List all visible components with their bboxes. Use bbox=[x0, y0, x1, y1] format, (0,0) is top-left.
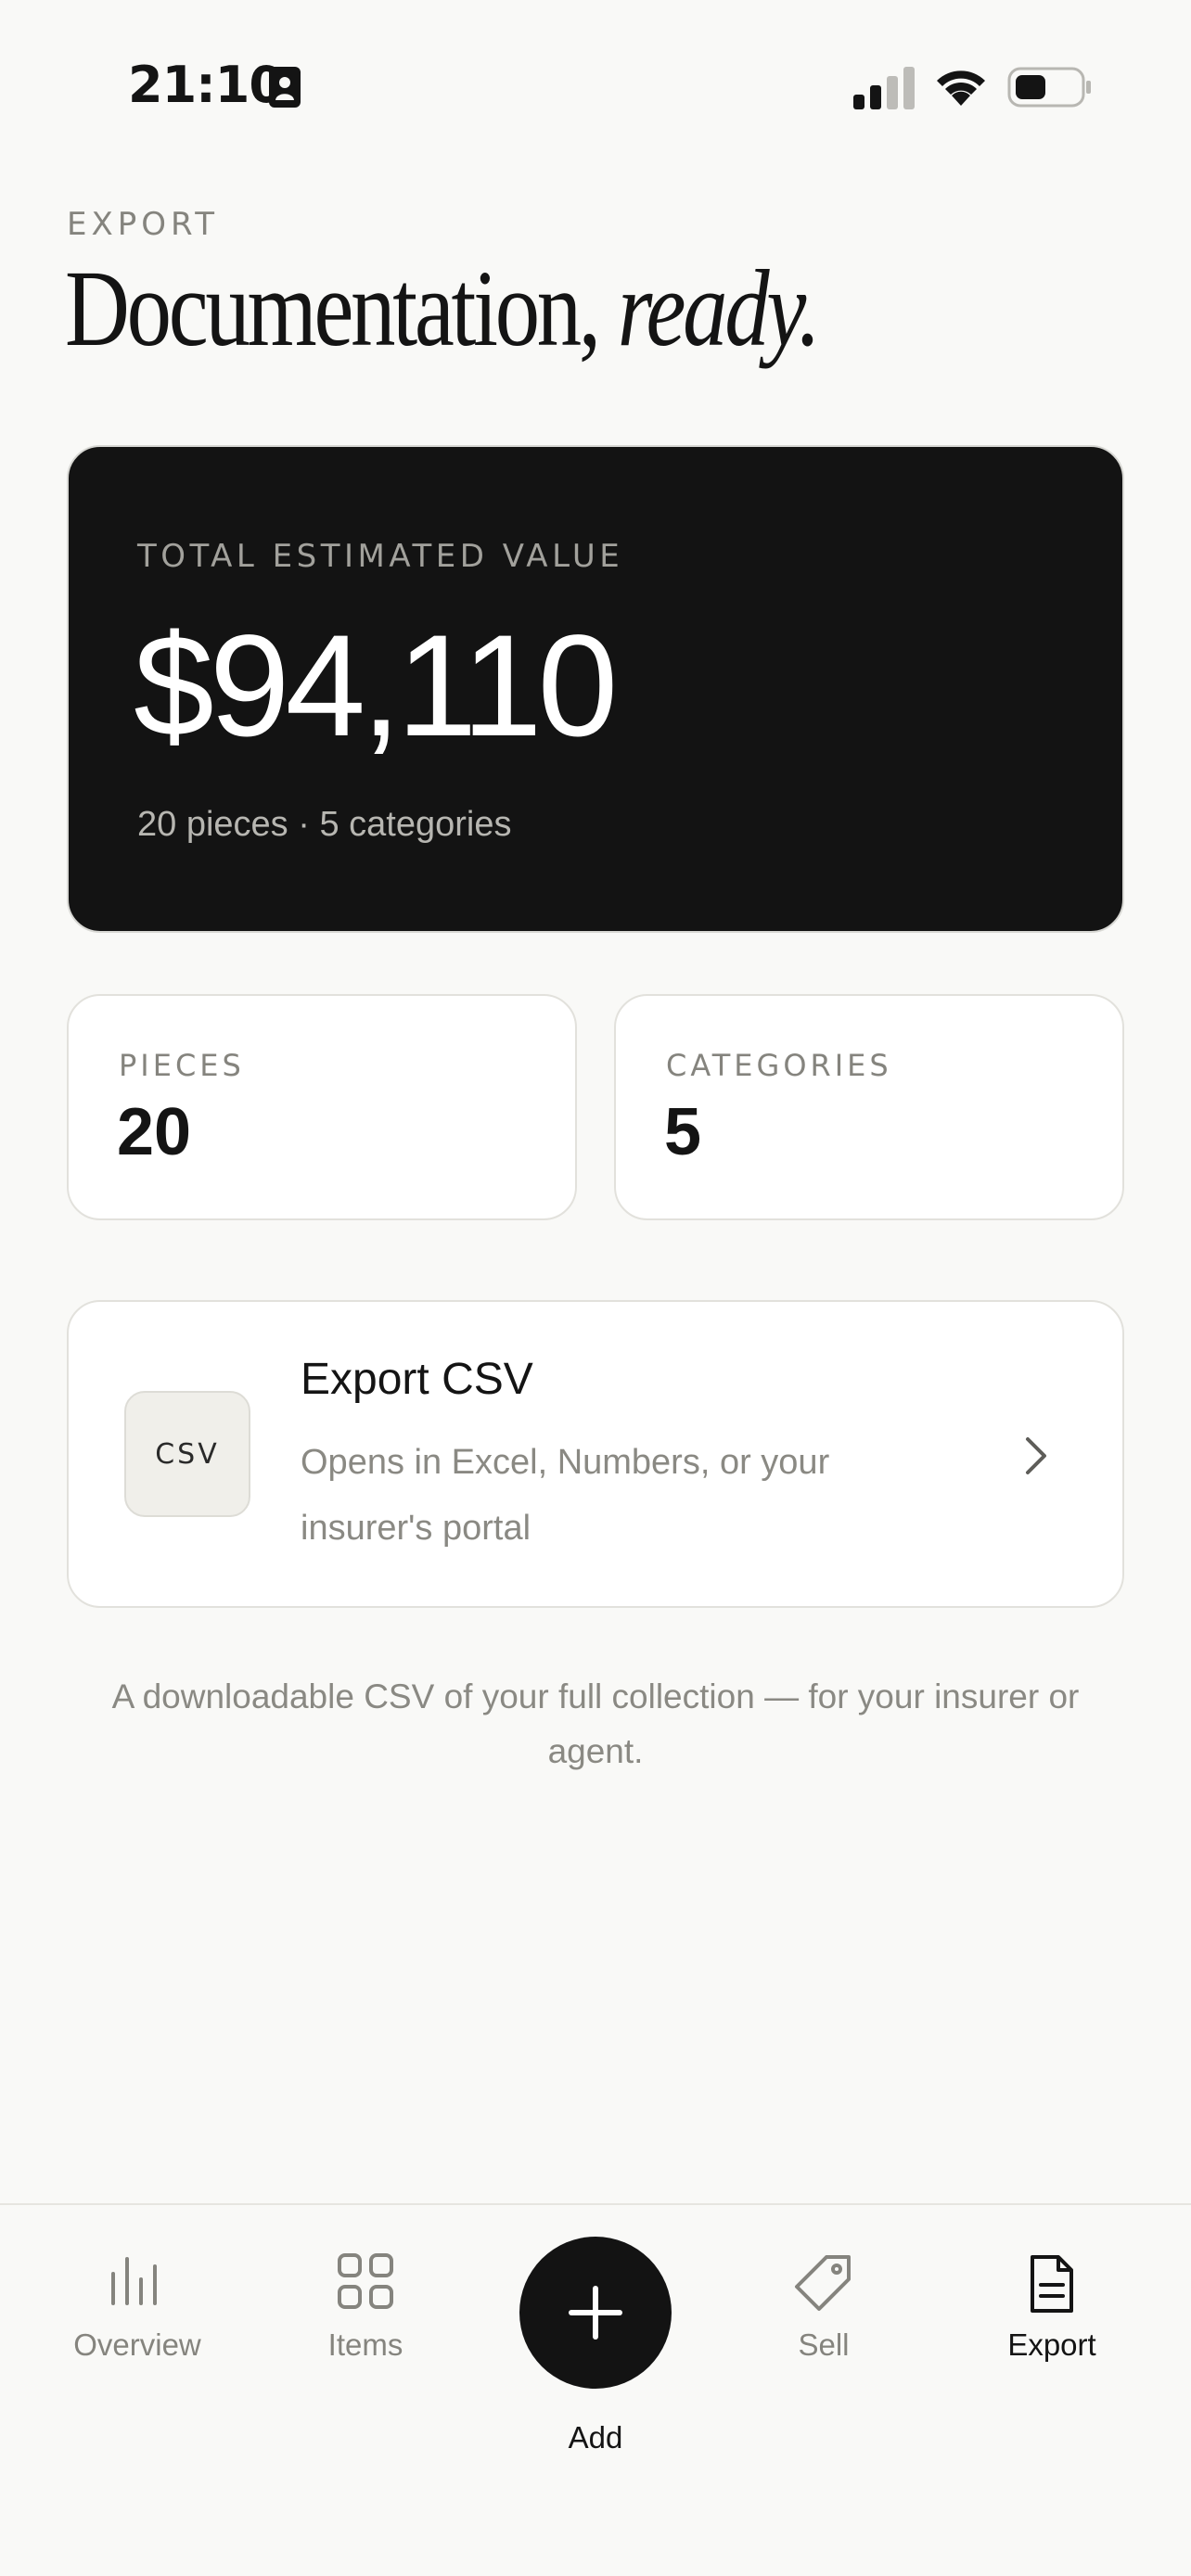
bar-chart-icon bbox=[111, 2257, 157, 2305]
total-value-amount: $94,110 bbox=[134, 606, 618, 767]
wifi-icon bbox=[937, 70, 985, 106]
grid-icon bbox=[338, 2253, 393, 2309]
pieces-stat-card: PIECES 20 bbox=[67, 994, 577, 1220]
add-button[interactable] bbox=[519, 2237, 672, 2389]
section-eyebrow: EXPORT bbox=[67, 206, 219, 243]
tab-overview[interactable]: Overview bbox=[35, 2253, 239, 2363]
title-regular: Documentation, bbox=[65, 248, 618, 369]
export-csv-button[interactable]: CSV Export CSV Opens in Excel, Numbers, … bbox=[67, 1300, 1124, 1608]
tab-items[interactable]: Items bbox=[263, 2253, 467, 2363]
categories-label: CATEGORIES bbox=[666, 1048, 892, 1083]
sim-card-icon bbox=[269, 67, 301, 108]
title-italic: ready. bbox=[617, 248, 821, 369]
battery-icon bbox=[1007, 67, 1091, 108]
csv-file-icon: CSV bbox=[124, 1391, 250, 1517]
tab-items-label: Items bbox=[327, 2327, 403, 2362]
categories-stat-card: CATEGORIES 5 bbox=[614, 994, 1124, 1220]
pieces-label: PIECES bbox=[119, 1048, 245, 1083]
export-csv-title: Export CSV bbox=[301, 1355, 533, 1404]
export-footnote: A downloadable CSV of your full collecti… bbox=[111, 1677, 1080, 1770]
add-button-label: Add bbox=[568, 2420, 623, 2455]
tab-export[interactable]: Export bbox=[950, 2253, 1154, 2363]
tab-export-label: Export bbox=[1007, 2327, 1096, 2362]
total-value-label: TOTAL ESTIMATED VALUE bbox=[137, 538, 624, 575]
export-csv-description: Opens in Excel, Numbers, or your insurer… bbox=[301, 1443, 830, 1548]
total-value-subtitle: 20 pieces · 5 categories bbox=[137, 805, 512, 844]
tab-sell[interactable]: Sell bbox=[722, 2253, 926, 2363]
tab-overview-label: Overview bbox=[73, 2327, 201, 2362]
plus-icon bbox=[569, 2286, 622, 2340]
export-screen: 21:10 EXPORT Documentation, ready. TOTAL… bbox=[0, 0, 1191, 2576]
status-time: 21:10 bbox=[128, 56, 284, 114]
tag-icon bbox=[795, 2255, 851, 2311]
pieces-value: 20 bbox=[117, 1095, 192, 1169]
categories-value: 5 bbox=[664, 1095, 702, 1169]
total-value-card: TOTAL ESTIMATED VALUE $94,110 20 pieces … bbox=[67, 445, 1124, 933]
tabbar-divider bbox=[0, 2203, 1191, 2205]
document-icon bbox=[1031, 2255, 1073, 2313]
page-title: Documentation, ready. bbox=[65, 248, 821, 369]
chevron-right-icon bbox=[1026, 1437, 1046, 1474]
cellular-signal-icon bbox=[853, 67, 915, 109]
tab-sell-label: Sell bbox=[798, 2327, 850, 2362]
